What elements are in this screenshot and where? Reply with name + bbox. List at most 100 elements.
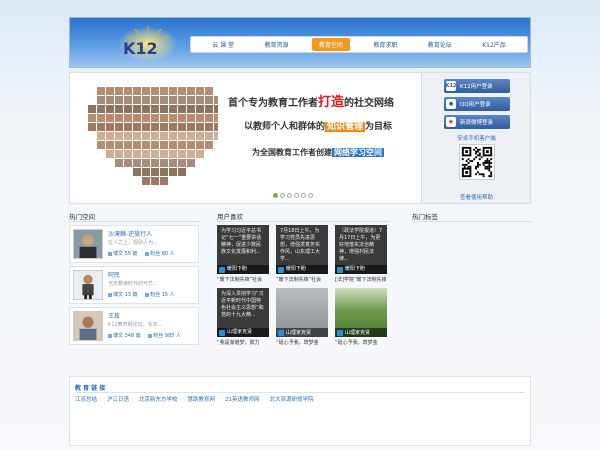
qr-module <box>486 158 489 161</box>
photo-tile <box>196 87 204 95</box>
photo-tile <box>196 96 204 104</box>
photo-tile <box>160 132 168 140</box>
slide-dot[interactable] <box>273 193 278 198</box>
nav-cloud-class[interactable]: 云 课 堂 <box>205 38 241 51</box>
list-item[interactable]: 王玫 K12教育网论坛，多年... 博文 348 篇 粉丝 985 人 <box>69 307 199 345</box>
nav-products[interactable]: K12产品 <box>475 38 513 51</box>
qr-module <box>477 162 479 164</box>
qr-module <box>482 163 485 166</box>
post-caption[interactable]: [法]学院“暖下法制先锋 <box>335 276 387 283</box>
post-caption[interactable]: “我是渐趋梦，赋力 <box>217 339 269 346</box>
post-thumbnail[interactable]: 7月18日上午，为学习党员先进思想，增强求真务实作风，山东理工大学... 暖阳下… <box>276 225 328 274</box>
liked-post-card[interactable]: 为学习习近平总书记“七一”重要讲话精神，促进少数民族文化发展和利... 暖阳下盼… <box>217 225 269 284</box>
post-thumbnail[interactable]: 为深入贯彻学习“习近平新时代中国特色社会主义思想”和党的十九大精... 山理家克… <box>217 288 269 337</box>
friend-links-box: 教 育 链 接 江苏总结 沪江日语 北京新东方学校 慧助教育网 21英语教师网 … <box>69 376 531 446</box>
android-app-link[interactable]: 安卓手机客户端 <box>422 134 530 142</box>
post-caption[interactable]: “砥心予我，筑梦金 <box>276 339 328 346</box>
main-nav: 云 课 堂 教育资源 教育空间 教育求职 教育论坛 K12产品 <box>190 36 528 53</box>
avatar[interactable] <box>73 229 103 259</box>
photo-tile <box>142 114 150 122</box>
photo-tile <box>160 105 168 113</box>
list-item[interactable]: 沙漠棘-逆旅行人 在人之上，视别人为... 博文 55 篇 粉丝 80 人 <box>69 225 199 263</box>
qr-module <box>488 162 491 164</box>
site-header: K12 云 课 堂 教育资源 教育空间 教育求职 教育论坛 K12产品 <box>69 17 531 68</box>
document-icon <box>108 292 112 297</box>
slide-dot[interactable] <box>287 193 292 198</box>
photo-tile <box>205 105 213 113</box>
photo-tile <box>169 96 177 104</box>
qr-module <box>465 163 468 166</box>
help-link[interactable]: 查看使用帮助 <box>422 193 530 201</box>
fan-count[interactable]: 粉丝 985 人 <box>148 333 181 339</box>
avatar[interactable] <box>73 270 103 300</box>
qr-code-icon <box>459 144 495 180</box>
user-name-link[interactable]: 王玫 <box>108 311 120 320</box>
friend-link[interactable]: 江苏总结 <box>75 395 97 403</box>
liked-post-card[interactable]: 山理家克贤 “砥心予我，筑梦金 <box>276 288 328 347</box>
liked-post-card[interactable]: 为深入贯彻学习“习近平新时代中国特色社会主义思想”和党的十九大精... 山理家克… <box>217 288 269 347</box>
fan-count[interactable]: 粉丝 80 人 <box>145 251 175 257</box>
post-count[interactable]: 博文 55 篇 <box>108 251 138 257</box>
photo-tile <box>88 105 96 113</box>
photo-tile <box>133 168 141 176</box>
user-name-link[interactable]: 沙漠棘-逆旅行人 <box>108 229 152 238</box>
qr-module <box>461 163 464 166</box>
photo-tile <box>142 123 150 131</box>
friend-link[interactable]: 慧助教育网 <box>188 395 216 403</box>
weibo-login-button[interactable]: ◉ 新浪微博登录 <box>444 115 510 129</box>
post-thumbnail[interactable]: 山理家克贤 <box>335 288 387 337</box>
nav-space[interactable]: 教育空间 <box>311 38 350 51</box>
post-caption[interactable]: “暖下法制先锋”社会 <box>276 276 328 283</box>
photo-tile <box>151 87 159 95</box>
photo-tile <box>178 159 186 167</box>
hot-space-title: 热门空间 <box>69 213 95 221</box>
k12-logo[interactable]: K12 <box>110 24 180 64</box>
photo-tile <box>187 105 195 113</box>
post-count[interactable]: 博文 13 篇 <box>108 292 138 298</box>
photo-tile <box>205 123 213 131</box>
liked-post-card[interactable]: 7月18日上午，为学习党员先进思想，增强求真务实作风，山东理工大学... 暖阳下… <box>276 225 328 284</box>
slide-dot[interactable] <box>280 193 285 198</box>
qr-module <box>480 173 483 176</box>
qr-module <box>467 165 470 168</box>
friend-link[interactable]: 21英语教师网 <box>225 395 260 403</box>
liked-post-card[interactable]: （政法学院报道）7月17日上午，为更好地落实法治精神，增强村民法律... 暖阳下… <box>335 225 387 284</box>
nav-forum[interactable]: 教育论坛 <box>421 38 459 51</box>
author-tag: 山理家克贤 <box>276 328 328 337</box>
nav-resources[interactable]: 教育资源 <box>257 38 295 51</box>
friend-link[interactable]: 沪江日语 <box>107 395 129 403</box>
photo-tile <box>160 87 168 95</box>
slide-dot[interactable] <box>294 193 299 198</box>
post-thumbnail[interactable]: 山理家克贤 <box>276 288 328 337</box>
avatar[interactable] <box>73 311 103 341</box>
photo-tile <box>133 150 141 158</box>
photo-tile <box>133 114 141 122</box>
friend-links-title: 教 育 链 接 <box>75 385 106 392</box>
photo-tile <box>205 141 213 149</box>
post-thumbnail[interactable]: 为学习习近平总书记“七一”重要讲话精神，促进少数民族文化发展和利... 暖阳下盼 <box>217 225 269 274</box>
qr-module <box>478 173 481 176</box>
post-count[interactable]: 博文 348 篇 <box>108 333 141 339</box>
divider <box>69 221 199 222</box>
friend-link[interactable]: 北京新东方学校 <box>139 395 178 403</box>
k12-login-button[interactable]: K12 K12用户登录 <box>444 79 510 93</box>
qq-login-button[interactable]: ● QQ用户登录 <box>444 97 510 111</box>
qr-module <box>484 160 487 162</box>
user-name-link[interactable]: 阿民 <box>108 270 120 279</box>
photo-tile <box>151 96 159 104</box>
nav-jobs[interactable]: 教育求职 <box>366 38 404 51</box>
post-caption[interactable]: “暖下法制先锋”社会 <box>217 276 269 283</box>
photo-tile <box>106 96 114 104</box>
list-item[interactable]: 阿民 当天教读时代的光芒... 博文 13 篇 粉丝 15 人 <box>69 266 199 304</box>
friend-link[interactable]: 北大资源研修学院 <box>270 395 314 403</box>
post-caption[interactable]: “砥心予我，筑梦金 <box>335 339 387 346</box>
slide-dot[interactable] <box>308 193 313 198</box>
slide-dot[interactable] <box>301 193 306 198</box>
fan-count[interactable]: 粉丝 15 人 <box>145 292 175 298</box>
photo-tile <box>97 114 105 122</box>
post-thumbnail[interactable]: （政法学院报道）7月17日上午，为更好地落实法治精神，增强村民法律... 暖阳下… <box>335 225 387 274</box>
weibo-icon: ◉ <box>446 117 456 127</box>
photo-tile <box>214 96 218 104</box>
photo-tile <box>106 132 114 140</box>
liked-post-card[interactable]: 山理家克贤 “砥心予我，筑梦金 <box>335 288 387 347</box>
